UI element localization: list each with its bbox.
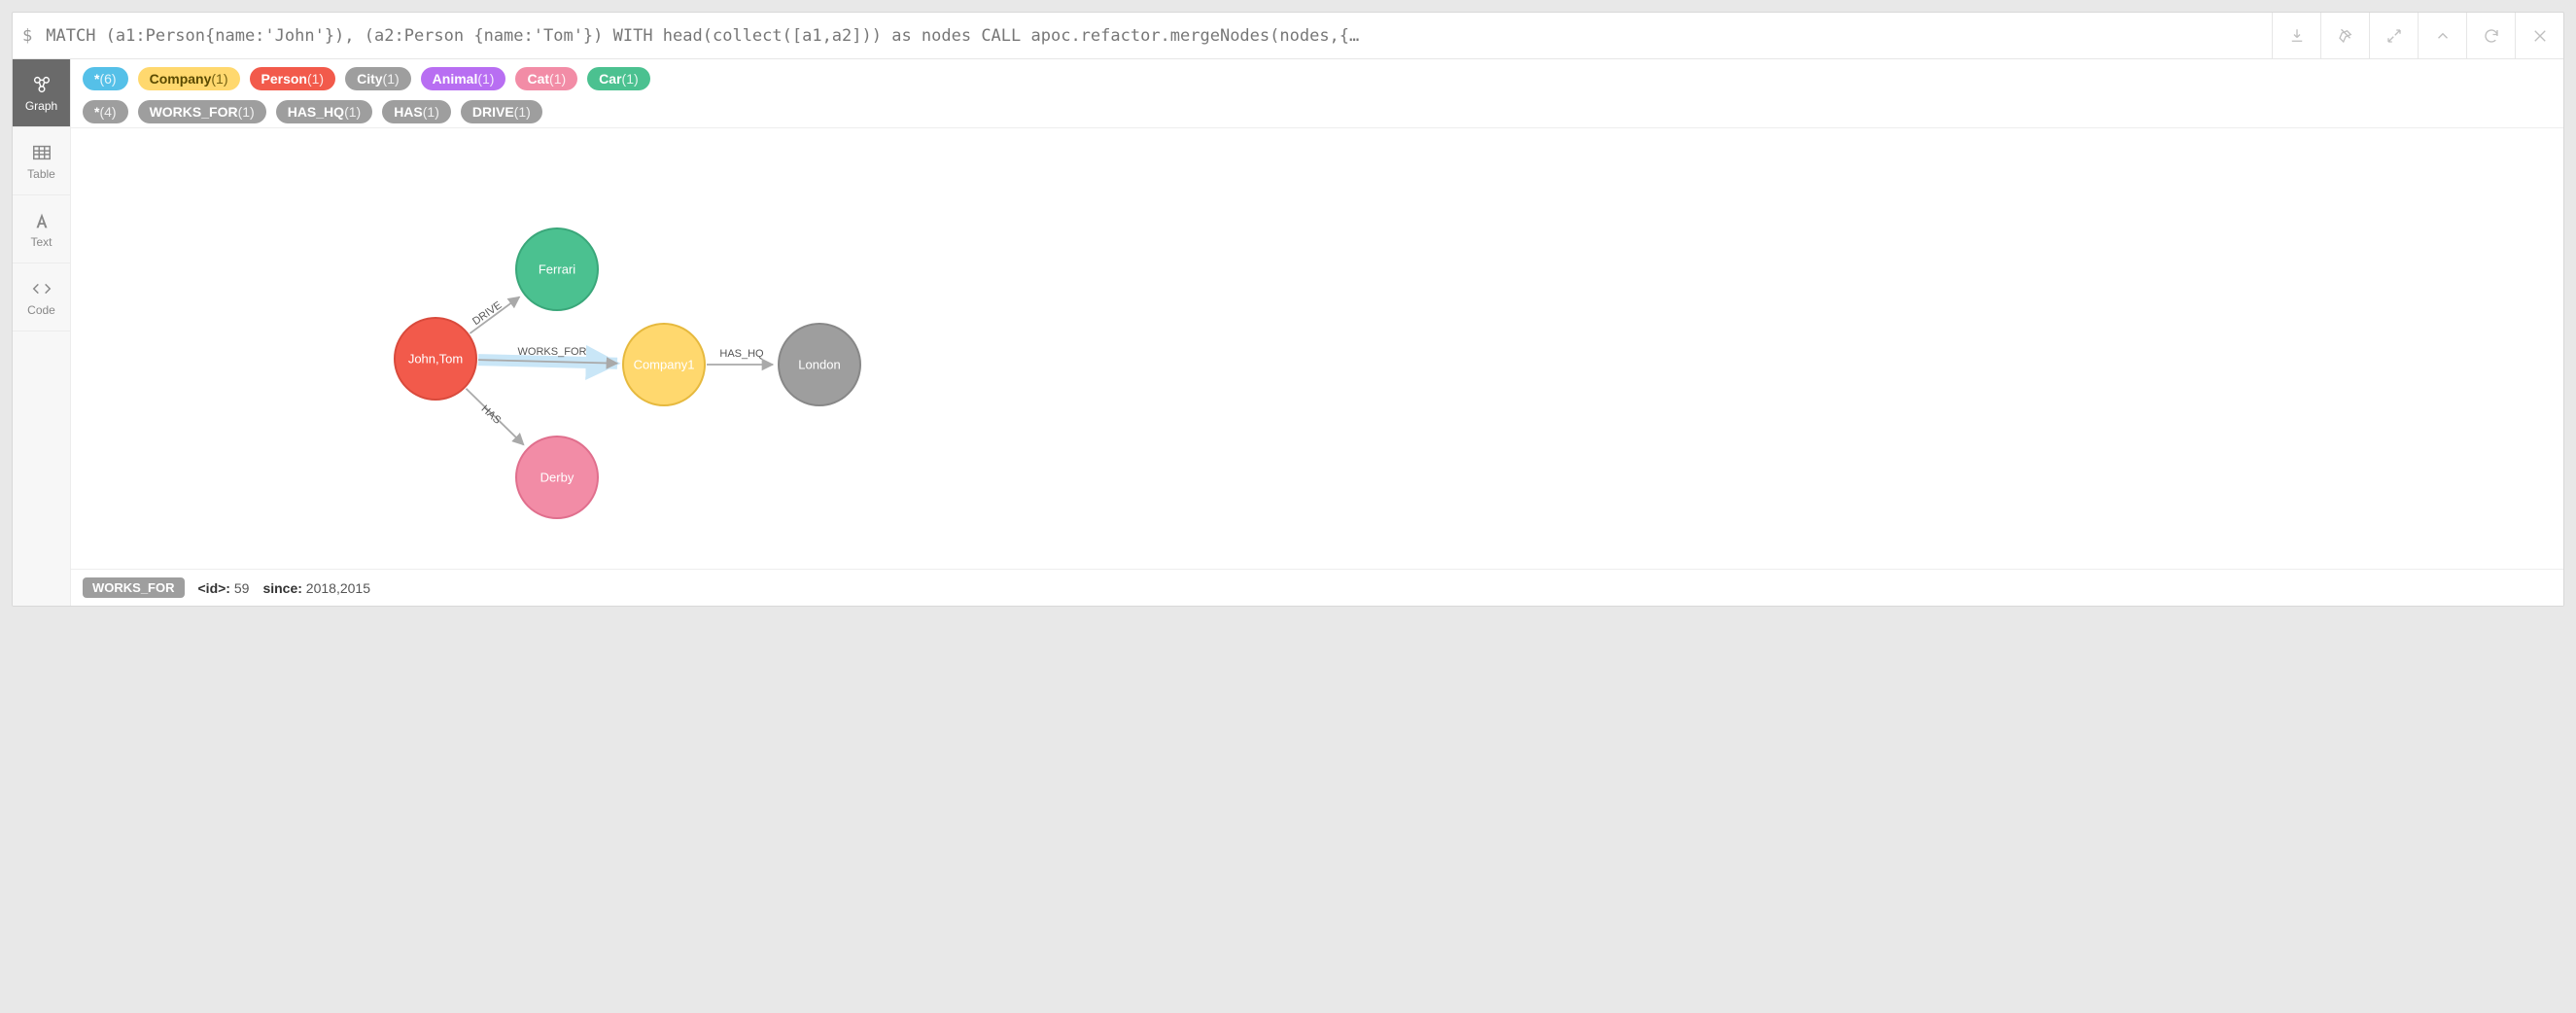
inspector-id: <id>: 59 xyxy=(198,580,250,596)
tab-code[interactable]: Code xyxy=(13,263,70,332)
node-label-pill-person[interactable]: Person(1) xyxy=(250,67,336,90)
edge-label-has: HAS xyxy=(479,403,504,427)
node-label-company: Company1 xyxy=(634,358,695,372)
rel-label-pill-works_for[interactable]: WORKS_FOR(1) xyxy=(138,100,266,123)
query-bar: $ MATCH (a1:Person{name:'John'}), (a2:Pe… xyxy=(13,13,2563,59)
inspector-badge: WORKS_FOR xyxy=(83,577,185,598)
pin-icon[interactable] xyxy=(2320,13,2369,58)
node-london[interactable]: London xyxy=(779,324,860,405)
expand-icon[interactable] xyxy=(2369,13,2418,58)
download-icon[interactable] xyxy=(2272,13,2320,58)
inspector-since: since: 2018,2015 xyxy=(262,580,370,596)
node-label-ferrari: Ferrari xyxy=(539,262,575,277)
query-text[interactable]: MATCH (a1:Person{name:'John'}), (a2:Pers… xyxy=(46,26,2272,46)
node-label-pill-city[interactable]: City(1) xyxy=(345,67,411,90)
edge-label-drive: DRIVE xyxy=(470,299,504,328)
tab-graph[interactable]: Graph xyxy=(13,59,70,127)
label-pillbar: *(6) Company(1) Person(1) City(1) Animal(1) C… xyxy=(71,59,2563,128)
node-label-john: John,Tom xyxy=(408,352,463,367)
node-label-pill-*[interactable]: *(6) xyxy=(83,67,128,90)
result-frame: $ MATCH (a1:Person{name:'John'}), (a2:Pe… xyxy=(12,12,2564,607)
rel-label-pill-has_hq[interactable]: HAS_HQ(1) xyxy=(276,100,372,123)
node-label-derby: Derby xyxy=(540,471,574,485)
node-label-london: London xyxy=(798,358,840,372)
rel-label-pill-has[interactable]: HAS(1) xyxy=(382,100,451,123)
edge-label-works_for: WORKS_FOR xyxy=(518,346,587,358)
tab-table-label: Table xyxy=(27,167,55,181)
graph-canvas[interactable]: *(6) Company(1) Person(1) City(1) Animal(1) C… xyxy=(71,59,2563,606)
node-label-pill-cat[interactable]: Cat(1) xyxy=(515,67,577,90)
rel-label-pill-drive[interactable]: DRIVE(1) xyxy=(461,100,542,123)
close-icon[interactable] xyxy=(2515,13,2563,58)
edge-label-has_hq: HAS_HQ xyxy=(719,348,764,360)
node-label-pill-car[interactable]: Car(1) xyxy=(587,67,649,90)
rel-label-pill-*[interactable]: *(4) xyxy=(83,100,128,123)
node-company[interactable]: Company1 xyxy=(623,324,705,405)
node-john[interactable]: John,Tom xyxy=(395,318,476,400)
result-body: Graph Table Text Code *(6) Company(1) Pers… xyxy=(13,59,2563,606)
prompt-symbol: $ xyxy=(13,26,46,46)
tab-table[interactable]: Table xyxy=(13,127,70,195)
tab-text[interactable]: Text xyxy=(13,195,70,263)
node-label-pill-animal[interactable]: Animal(1) xyxy=(421,67,506,90)
node-ferrari[interactable]: Ferrari xyxy=(516,228,598,310)
result-toolbar xyxy=(2272,13,2563,58)
node-derby[interactable]: Derby xyxy=(516,437,598,518)
tab-code-label: Code xyxy=(27,303,55,317)
graph-svg[interactable]: DRIVE HAS WORKS_FOR HAS_HQ John,Tom Ferrari D… xyxy=(71,125,2563,569)
node-label-pill-company[interactable]: Company(1) xyxy=(138,67,240,90)
tab-text-label: Text xyxy=(30,235,52,249)
rerun-icon[interactable] xyxy=(2466,13,2515,58)
inspector-bar: WORKS_FOR <id>: 59 since: 2018,2015 xyxy=(71,569,2563,606)
tab-graph-label: Graph xyxy=(25,99,57,113)
collapse-up-icon[interactable] xyxy=(2418,13,2466,58)
view-tabs: Graph Table Text Code xyxy=(13,59,71,606)
